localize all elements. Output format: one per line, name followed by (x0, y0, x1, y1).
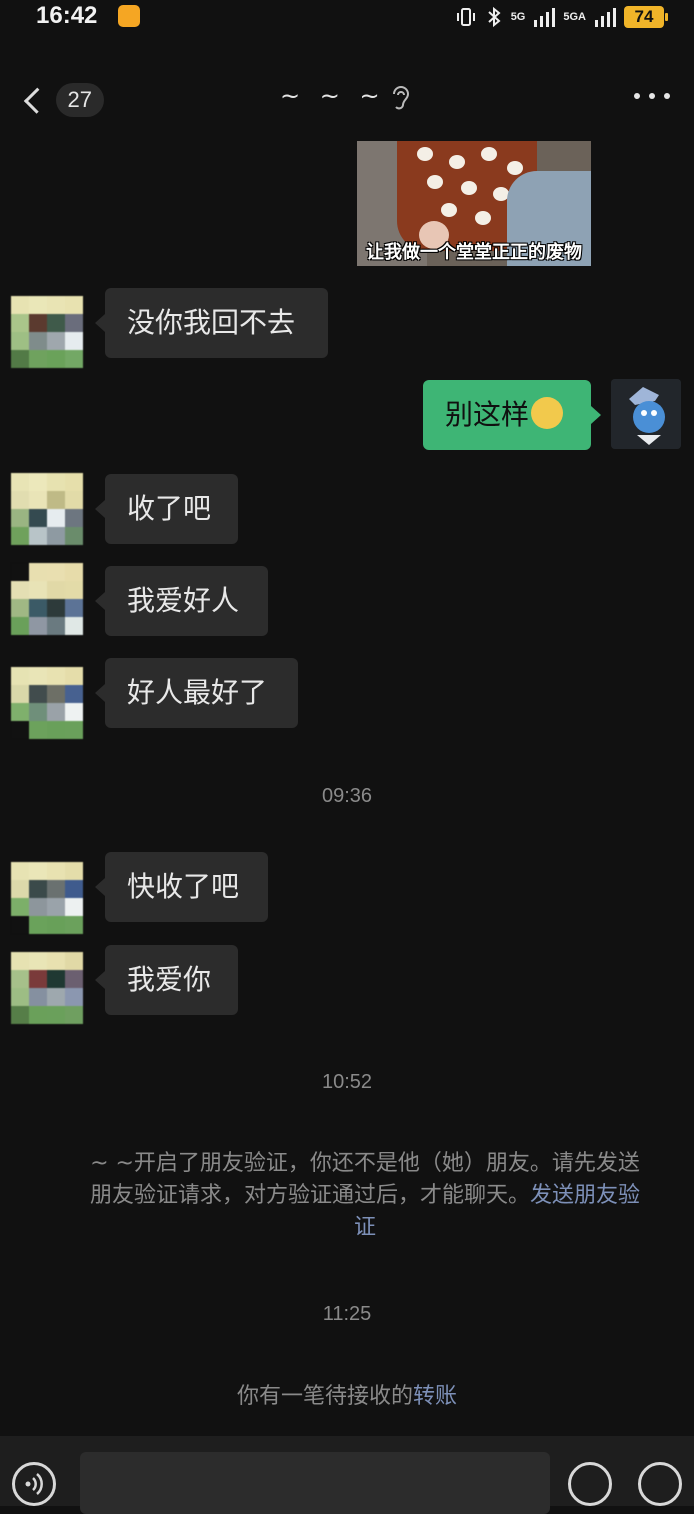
message-bubble-incoming[interactable]: 快收了吧 (95, 852, 268, 922)
chat-title: ~ ~ ~ (280, 82, 386, 110)
contact-avatar[interactable] (11, 296, 83, 368)
voice-wave-icon (25, 1473, 43, 1495)
transfer-text: 你有一笔待接收的 (236, 1384, 413, 1409)
sticker-caption: 让我做一个堂堂正正的废物 (366, 242, 582, 263)
contact-avatar[interactable] (11, 862, 83, 934)
message-text: 别这样 (445, 398, 530, 431)
bluetooth-icon (488, 6, 501, 28)
vibrate-icon (456, 8, 475, 26)
message-bubble-outgoing[interactable]: 别这样 (423, 380, 601, 450)
input-bar (0, 1436, 694, 1514)
message-input[interactable] (80, 1452, 550, 1514)
status-time: 16:42 (36, 2, 98, 29)
voice-icon[interactable] (12, 1462, 56, 1506)
avatar-illustration-icon (611, 379, 681, 449)
timestamp: 10:52 (321, 1071, 373, 1093)
emoji-icon[interactable] (568, 1462, 612, 1506)
network-label-1: 5G (510, 11, 526, 23)
more-icon[interactable] (634, 86, 670, 106)
app-notification-icon (118, 5, 140, 27)
message-bubble-incoming[interactable]: 收了吧 (95, 474, 238, 544)
message-bubble-incoming[interactable]: 没你我回不去 (95, 288, 328, 358)
pending-transfer-notice: 你有一笔待接收的转账 (0, 1378, 694, 1410)
crying-face-emoji-icon (531, 397, 564, 429)
message-bubble-incoming[interactable]: 我爱好人 (95, 566, 268, 636)
message-bubble-incoming[interactable]: 好人最好了 (95, 658, 298, 728)
contact-avatar[interactable] (11, 473, 83, 545)
battery-indicator: 74 (624, 6, 668, 28)
contact-avatar[interactable] (11, 952, 83, 1024)
timestamp: 11:25 (322, 1303, 372, 1325)
message-bubble-incoming[interactable]: 我爱你 (95, 945, 238, 1015)
contact-avatar[interactable] (11, 667, 83, 739)
friend-verification-notice: ~ ~开启了朋友验证，你还不是他（她）朋友。请先发送朋友验证请求，对方验证通过后… (80, 1148, 650, 1244)
status-icons: 5G 5GA 74 (455, 4, 668, 30)
back-button[interactable]: 27 (18, 78, 104, 122)
sticker-image[interactable]: 让我做一个堂堂正正的废物 (357, 141, 591, 266)
self-avatar[interactable] (611, 379, 681, 449)
network-label-2: 5GA (563, 11, 586, 23)
unread-count-badge: 27 (55, 83, 104, 117)
signal-icon (534, 8, 556, 27)
ear-icon (393, 86, 410, 110)
transfer-link[interactable]: 转账 (413, 1384, 457, 1409)
status-bar: 16:42 5G 5GA 74 (0, 0, 694, 36)
back-chevron-icon (23, 87, 50, 113)
contact-avatar[interactable] (11, 563, 83, 635)
plus-icon[interactable] (638, 1462, 682, 1506)
chat-header: 27 ~ ~ ~ (0, 60, 694, 140)
signal-icon (595, 8, 616, 27)
timestamp: 09:36 (321, 785, 373, 807)
